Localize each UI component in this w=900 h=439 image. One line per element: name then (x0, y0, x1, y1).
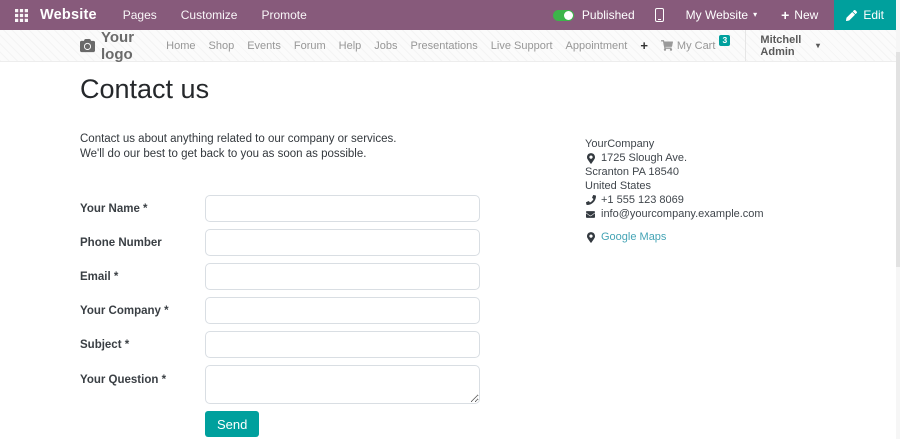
nav-shop[interactable]: Shop (209, 40, 235, 52)
address-street-text: 1725 Slough Ave. (601, 152, 688, 164)
company-name-text: YourCompany (585, 138, 655, 150)
nav-home[interactable]: Home (166, 40, 195, 52)
form-row-phone: Phone Number (80, 229, 482, 256)
address-country-text: United States (585, 180, 652, 192)
question-label: Your Question * (80, 374, 167, 386)
form-row-company: Your Company * (80, 297, 482, 324)
pencil-icon (846, 9, 858, 21)
page-title: Contact us (80, 74, 210, 104)
new-label: New (794, 8, 819, 22)
send-button[interactable]: Send (205, 411, 260, 437)
company-field[interactable] (205, 297, 480, 324)
nav-appointment[interactable]: Appointment (566, 40, 628, 52)
intro-text: Contact us about anything related to our… (80, 132, 396, 161)
subject-label: Subject * (80, 338, 130, 351)
nav-events[interactable]: Events (247, 40, 281, 52)
nav-help[interactable]: Help (339, 40, 362, 52)
address-line-3: United States (585, 179, 764, 193)
google-maps-link[interactable]: Google Maps (601, 230, 666, 244)
new-button[interactable]: + New (781, 8, 818, 22)
scrollbar-track[interactable] (896, 0, 900, 439)
company-label: Your Company * (80, 304, 169, 317)
phone-icon (585, 195, 596, 205)
phone-field[interactable] (205, 229, 480, 256)
address-line-2: Scranton PA 18540 (585, 165, 764, 179)
chevron-down-icon: ▾ (815, 40, 820, 50)
email-line: info@yourcompany.example.com (585, 207, 764, 221)
question-field[interactable] (205, 365, 480, 404)
my-website-dropdown[interactable]: My Website ▾ (686, 8, 757, 22)
site-logo[interactable]: Your logo (80, 29, 166, 63)
logo-text: Your logo (101, 28, 135, 63)
intro-line-2: We'll do our best to get back to you as … (80, 147, 367, 160)
publish-group: Published (552, 8, 635, 22)
company-name: YourCompany (585, 137, 764, 151)
cart-icon (660, 39, 673, 51)
site-nav-menu: Home Shop Events Forum Help Jobs Present… (166, 30, 820, 61)
send-row: Send (205, 411, 482, 437)
envelope-icon (585, 210, 596, 219)
nav-live-support[interactable]: Live Support (491, 40, 553, 52)
form-row-email: Email * (80, 263, 482, 290)
google-maps-line: Google Maps (585, 230, 764, 244)
map-pin-icon (585, 152, 596, 164)
menu-customize[interactable]: Customize (181, 8, 238, 22)
address-city-text: Scranton PA 18540 (585, 166, 679, 178)
email-address-text: info@yourcompany.example.com (601, 208, 764, 220)
my-website-label: My Website (685, 8, 749, 22)
intro-line-1: Contact us about anything related to our… (80, 133, 397, 145)
email-field[interactable] (205, 263, 480, 290)
apps-grid-icon[interactable] (8, 0, 34, 30)
chevron-down-icon: ▾ (753, 10, 758, 19)
form-row-subject: Subject * (80, 331, 482, 358)
email-label: Email * (80, 270, 119, 283)
phone-label: Phone Number (80, 236, 162, 249)
phone-number-text: +1 555 123 8069 (601, 194, 684, 206)
name-label: Your Name * (80, 202, 148, 215)
nav-forum[interactable]: Forum (294, 40, 326, 52)
subject-field[interactable] (205, 331, 480, 358)
form-row-name: Your Name * (80, 195, 482, 222)
nav-presentations[interactable]: Presentations (411, 40, 478, 52)
app-title: Website (40, 7, 97, 23)
published-label: Published (581, 8, 635, 22)
page-content: Contact us Contact us about anything rel… (0, 62, 900, 439)
edit-label: Edit (863, 8, 884, 22)
address-line-1: 1725 Slough Ave. (585, 151, 764, 165)
cart-count-badge: 3 (719, 34, 731, 46)
my-cart-button[interactable]: My Cart 3 (660, 34, 731, 52)
mobile-preview-icon[interactable] (654, 8, 664, 22)
form-row-question: Your Question * (80, 365, 482, 404)
contact-form: Your Name * Phone Number Email * Your Co… (80, 195, 482, 437)
user-label: Mitchell Admin (760, 33, 802, 58)
map-pin-icon (585, 231, 596, 243)
name-field[interactable] (205, 195, 480, 222)
contact-info: YourCompany 1725 Slough Ave. Scranton PA… (585, 137, 764, 244)
nav-jobs[interactable]: Jobs (374, 40, 397, 52)
admin-topbar: Website Pages Customize Promote Publishe… (0, 0, 900, 30)
admin-menu: Pages Customize Promote (123, 8, 307, 22)
scrollbar-thumb[interactable] (896, 52, 900, 267)
add-page-plus-icon[interactable]: + (640, 38, 648, 53)
user-menu[interactable]: Mitchell Admin ▾ (745, 30, 820, 61)
plus-icon: + (781, 7, 790, 23)
menu-pages[interactable]: Pages (123, 8, 157, 22)
published-toggle[interactable] (552, 9, 574, 21)
menu-promote[interactable]: Promote (261, 8, 306, 22)
site-navbar: Your logo Home Shop Events Forum Help Jo… (0, 29, 900, 63)
cart-label: My Cart (676, 39, 716, 52)
phone-line: +1 555 123 8069 (585, 193, 764, 207)
camera-icon (80, 38, 95, 53)
edit-button[interactable]: Edit (834, 0, 896, 30)
